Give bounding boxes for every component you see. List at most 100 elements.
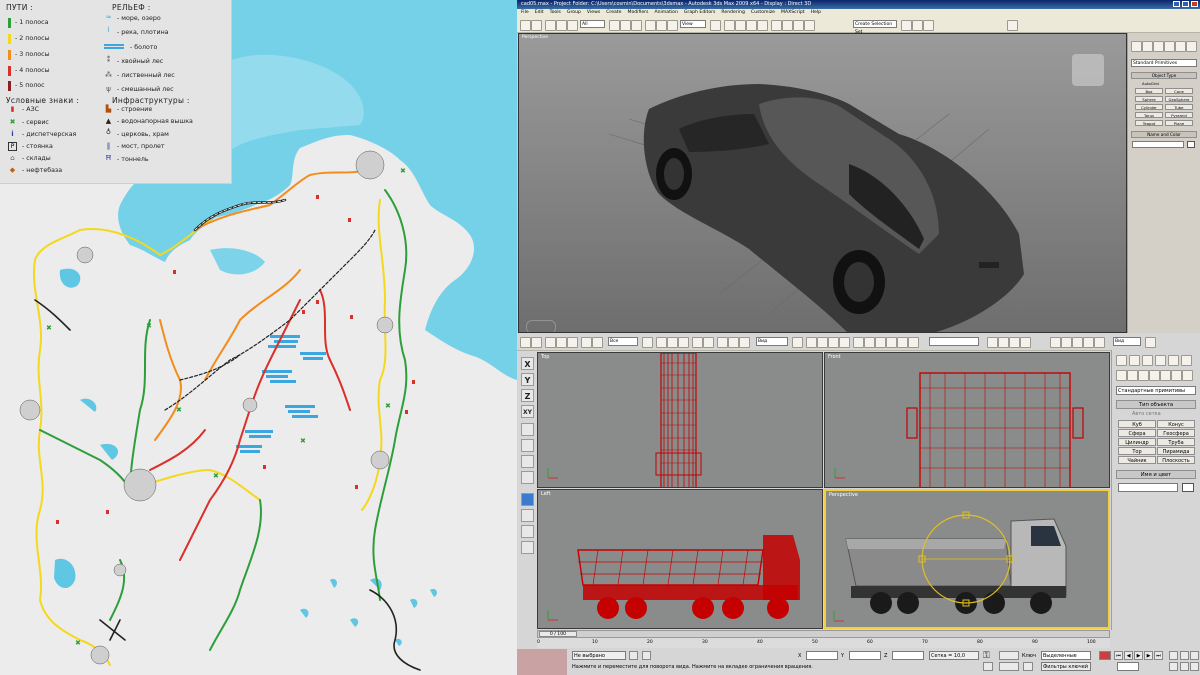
restrict-x-button[interactable]: X (521, 357, 534, 370)
bone-icon[interactable] (521, 509, 534, 522)
sphere-button[interactable]: Сфера (1118, 429, 1156, 437)
scale-icon[interactable] (667, 20, 678, 31)
object-type-rollout[interactable]: Object Type (1131, 72, 1197, 79)
selection-filter-dropdown[interactable]: All (580, 20, 605, 28)
zoom-icon[interactable] (1169, 651, 1178, 660)
select-icon[interactable] (581, 337, 592, 348)
lock-selection-icon[interactable] (629, 651, 638, 660)
motion-tab-icon[interactable] (1164, 41, 1175, 52)
teapot-button[interactable]: Чайник (1118, 456, 1156, 464)
shapes-icon[interactable] (1127, 370, 1138, 381)
menu-group[interactable]: Group (567, 10, 581, 15)
environment-icon[interactable] (1072, 337, 1083, 348)
zoom-all-icon[interactable] (1180, 651, 1189, 660)
perspective-viewport-active[interactable]: Perspective (824, 489, 1110, 629)
spinner-snap-icon[interactable] (757, 20, 768, 31)
create-tab-icon[interactable] (1131, 41, 1142, 52)
systems-icon[interactable] (1182, 370, 1193, 381)
cameras-icon[interactable] (1149, 370, 1160, 381)
object-name-field[interactable] (1132, 141, 1184, 148)
zoom-extents-icon[interactable] (1190, 651, 1199, 660)
helpers-icon[interactable] (1160, 370, 1171, 381)
teapot-render-icon[interactable] (1007, 20, 1018, 31)
snap-icon[interactable] (806, 337, 817, 348)
restrict-xy-button[interactable]: XY (521, 405, 534, 418)
pivot-icon[interactable] (710, 20, 721, 31)
render-setup-icon[interactable] (998, 337, 1009, 348)
x-coordinate-field[interactable] (806, 651, 838, 660)
pivot-icon[interactable] (792, 337, 803, 348)
unlink-icon[interactable] (556, 337, 567, 348)
box-button[interactable]: Box (1135, 88, 1163, 94)
display-tab-icon[interactable] (1175, 41, 1186, 52)
reference-coord-dropdown[interactable]: View (680, 20, 706, 28)
viewcube-icon[interactable] (1072, 54, 1104, 86)
curve-editor-icon[interactable] (897, 337, 908, 348)
rotate-view-icon[interactable] (717, 337, 728, 348)
object-color-swatch[interactable] (1187, 141, 1195, 148)
modify-tab-icon[interactable] (1129, 355, 1140, 366)
restrict-z-button[interactable]: Z (521, 389, 534, 402)
restrict-y-button[interactable]: Y (521, 373, 534, 386)
render-view-dropdown[interactable]: Вид (1113, 337, 1141, 346)
maximize-viewport-icon[interactable] (1190, 662, 1199, 671)
autogrid-checkbox[interactable]: Авто сетка (1132, 411, 1161, 417)
move-icon[interactable] (656, 337, 667, 348)
material-editor-icon[interactable] (987, 337, 998, 348)
render-type-icon[interactable] (1061, 337, 1072, 348)
motion-tab-icon[interactable] (1155, 355, 1166, 366)
pyramid-button[interactable]: Pyramid (1165, 112, 1193, 118)
activeshade-icon[interactable] (1094, 337, 1105, 348)
unlink-icon[interactable] (556, 20, 567, 31)
undo-icon[interactable] (520, 337, 531, 348)
render-icon[interactable] (923, 20, 934, 31)
object-color-swatch[interactable] (1182, 483, 1194, 492)
orbit-icon[interactable] (1180, 662, 1189, 671)
angle-snap-icon[interactable] (817, 337, 828, 348)
cone-button[interactable]: Cone (1165, 88, 1193, 94)
utilities-tab-icon[interactable] (1186, 41, 1197, 52)
render-scene-icon[interactable] (521, 423, 534, 436)
move-icon[interactable] (645, 20, 656, 31)
scale-icon[interactable] (678, 337, 689, 348)
time-slider[interactable]: 0 / 100 (537, 630, 1110, 638)
maxscript-listener[interactable] (517, 649, 567, 675)
snap-icon[interactable] (724, 20, 735, 31)
maximize-icon[interactable] (1182, 1, 1189, 7)
display-tab-icon[interactable] (1168, 355, 1179, 366)
select-by-name-icon[interactable] (620, 20, 631, 31)
top-viewport[interactable]: Top (537, 352, 823, 488)
reference-coord-dropdown[interactable]: Вид (756, 337, 788, 346)
key-filters-button[interactable]: Фильтры ключей (1041, 662, 1091, 671)
lights-icon[interactable] (1138, 370, 1149, 381)
render-frame-icon[interactable] (1009, 337, 1020, 348)
select-manipulate-icon[interactable] (703, 337, 714, 348)
curve-editor-icon[interactable] (804, 20, 815, 31)
material-icon[interactable] (521, 439, 534, 452)
named-selection-dropdown[interactable] (929, 337, 979, 346)
render-scene-2-icon[interactable] (521, 525, 534, 538)
set-key-button[interactable] (1099, 651, 1111, 660)
select-icon[interactable] (609, 20, 620, 31)
layer-icon[interactable] (886, 337, 897, 348)
key-selection-dropdown[interactable]: Выделенные (1041, 651, 1091, 660)
torus-button[interactable]: Тор (1118, 447, 1156, 455)
sphere-button[interactable]: Sphere (1135, 96, 1163, 102)
go-to-start-icon[interactable]: ⏮ (1114, 651, 1123, 660)
link-icon[interactable] (545, 337, 556, 348)
auto-key-button[interactable] (999, 651, 1019, 660)
perspective-viewport[interactable]: Perspective (518, 33, 1127, 333)
align-icon[interactable] (864, 337, 875, 348)
cylinder-button[interactable]: Cylinder (1135, 104, 1163, 110)
effects-icon[interactable] (1083, 337, 1094, 348)
quick-render-icon[interactable] (1020, 337, 1031, 348)
lock-icon[interactable] (739, 337, 750, 348)
pan-icon[interactable] (1169, 662, 1178, 671)
modify-tab-icon[interactable] (1142, 41, 1153, 52)
torus-button[interactable]: Torus (1135, 112, 1163, 118)
geosphere-button[interactable]: Геосфера (1157, 429, 1195, 437)
cylinder-button[interactable]: Цилиндр (1118, 438, 1156, 446)
window-crossing-icon[interactable] (692, 337, 703, 348)
menu-edit[interactable]: Edit (535, 10, 544, 15)
spacewarps-icon[interactable] (1171, 370, 1182, 381)
